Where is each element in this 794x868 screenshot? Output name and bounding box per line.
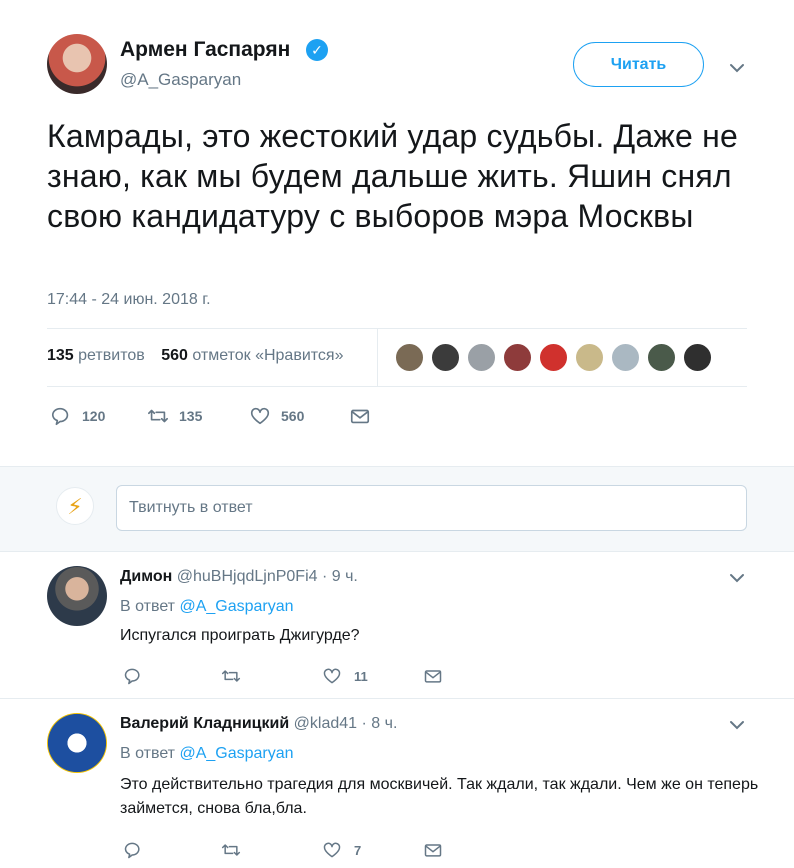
reply-author-name[interactable]: Валерий Кладницкий <box>120 715 289 732</box>
chevron-down-icon[interactable] <box>727 715 747 735</box>
liker-avatar[interactable] <box>395 343 424 372</box>
liker-avatar[interactable] <box>575 343 604 372</box>
liker-avatar[interactable] <box>539 343 568 372</box>
heart-icon <box>323 668 341 684</box>
chevron-down-icon[interactable] <box>727 58 747 78</box>
likes-count: 560 <box>161 347 188 364</box>
retweet-button[interactable] <box>221 839 253 863</box>
reply-text: Это действительно трагедия для москвичей… <box>120 776 759 817</box>
divider <box>377 329 378 386</box>
reply-button[interactable]: 120 <box>50 403 105 429</box>
tweet-text: Камрады, это жестокий удар судьбы. Даже … <box>47 118 738 234</box>
follow-button[interactable]: Читать <box>573 42 704 87</box>
retweet-count: 135 <box>179 408 203 424</box>
envelope-icon <box>424 844 442 857</box>
retweets-stat[interactable]: 135 ретвитов <box>47 347 145 364</box>
tweet-timestamp[interactable]: 17:44 - 24 июн. 2018 г. <box>47 291 211 309</box>
liker-avatar[interactable] <box>647 343 676 372</box>
envelope-icon <box>424 670 442 683</box>
likes-stat[interactable]: 560 отметок «Нравится» <box>161 347 343 364</box>
heart-icon <box>323 842 341 858</box>
reply-author-handle[interactable]: @klad41 <box>294 715 357 732</box>
reply-header: Димон @huBHjqdLjnP0Fi4 · 9 ч. <box>120 568 358 586</box>
like-count: 11 <box>354 669 368 684</box>
reply-icon <box>124 668 140 685</box>
like-button[interactable]: 560 <box>249 403 304 429</box>
reply-avatar[interactable] <box>47 713 107 773</box>
reply-count: 120 <box>82 408 106 424</box>
likes-label: отметок «Нравится» <box>192 347 344 364</box>
reply-item[interactable]: Валерий Кладницкий @klad41 · 8 ч. В отве… <box>0 699 794 868</box>
message-button[interactable] <box>423 839 443 863</box>
retweets-count: 135 <box>47 347 74 364</box>
reply-icon <box>51 407 69 425</box>
like-count: 7 <box>354 843 362 858</box>
retweet-icon <box>221 670 241 682</box>
like-button[interactable]: 11 <box>322 665 368 689</box>
liker-avatar[interactable] <box>467 343 496 372</box>
reply-author-handle[interactable]: @huBHjqdLjnP0Fi4 <box>177 568 318 585</box>
reply-item[interactable]: Димон @huBHjqdLjnP0Fi4 · 9 ч. В ответ @A… <box>0 552 794 699</box>
reply-input[interactable]: Твитнуть в ответ <box>116 485 747 531</box>
reply-time[interactable]: 8 ч. <box>371 715 397 732</box>
author-handle[interactable]: @A_Gasparyan <box>120 70 241 90</box>
divider <box>47 328 747 329</box>
in-reply-prefix: В ответ <box>120 598 176 615</box>
in-reply-prefix: В ответ <box>120 745 176 762</box>
reply-icon <box>124 842 140 859</box>
in-reply-to: В ответ @A_Gasparyan <box>120 598 294 616</box>
reply-text: Испугался проиграть Джигурде? <box>120 627 360 644</box>
chevron-down-icon[interactable] <box>727 568 747 588</box>
verified-icon: ✓ <box>306 39 328 61</box>
reply-avatar[interactable] <box>47 566 107 626</box>
reply-header: Валерий Кладницкий @klad41 · 8 ч. <box>120 715 397 733</box>
reply-button[interactable] <box>123 665 155 689</box>
liker-avatar[interactable] <box>611 343 640 372</box>
liker-avatar[interactable] <box>503 343 532 372</box>
heart-icon <box>250 407 270 424</box>
in-reply-link[interactable]: @A_Gasparyan <box>179 745 293 762</box>
like-count: 560 <box>281 408 305 424</box>
message-button[interactable] <box>349 403 371 429</box>
retweets-label: ретвитов <box>78 347 145 364</box>
divider <box>47 386 747 387</box>
like-button[interactable]: 7 <box>322 839 361 863</box>
message-button[interactable] <box>423 665 443 689</box>
reply-author-name[interactable]: Димон <box>120 568 172 585</box>
envelope-icon <box>350 409 370 424</box>
reply-composer: ⚡ Твитнуть в ответ <box>0 466 794 552</box>
retweet-button[interactable]: 135 <box>147 403 202 429</box>
reply-button[interactable] <box>123 839 155 863</box>
retweet-icon <box>148 409 168 423</box>
separator: · <box>361 715 367 732</box>
in-reply-to: В ответ @A_Gasparyan <box>120 745 294 763</box>
lightning-icon: ⚡ <box>56 487 94 525</box>
liker-avatar[interactable] <box>683 343 712 372</box>
retweet-icon <box>221 844 241 856</box>
retweet-button[interactable] <box>221 665 253 689</box>
main-tweet: Армен Гаспарян ✓ @A_Gasparyan Читать Кам… <box>0 0 794 466</box>
author-name[interactable]: Армен Гаспарян <box>120 38 290 62</box>
author-avatar[interactable] <box>47 34 107 94</box>
liker-avatar[interactable] <box>431 343 460 372</box>
tweet-stats: 135 ретвитов 560 отметок «Нравится» <box>47 347 343 365</box>
reply-time[interactable]: 9 ч. <box>332 568 358 585</box>
separator: · <box>321 568 328 585</box>
in-reply-link[interactable]: @A_Gasparyan <box>179 598 293 615</box>
